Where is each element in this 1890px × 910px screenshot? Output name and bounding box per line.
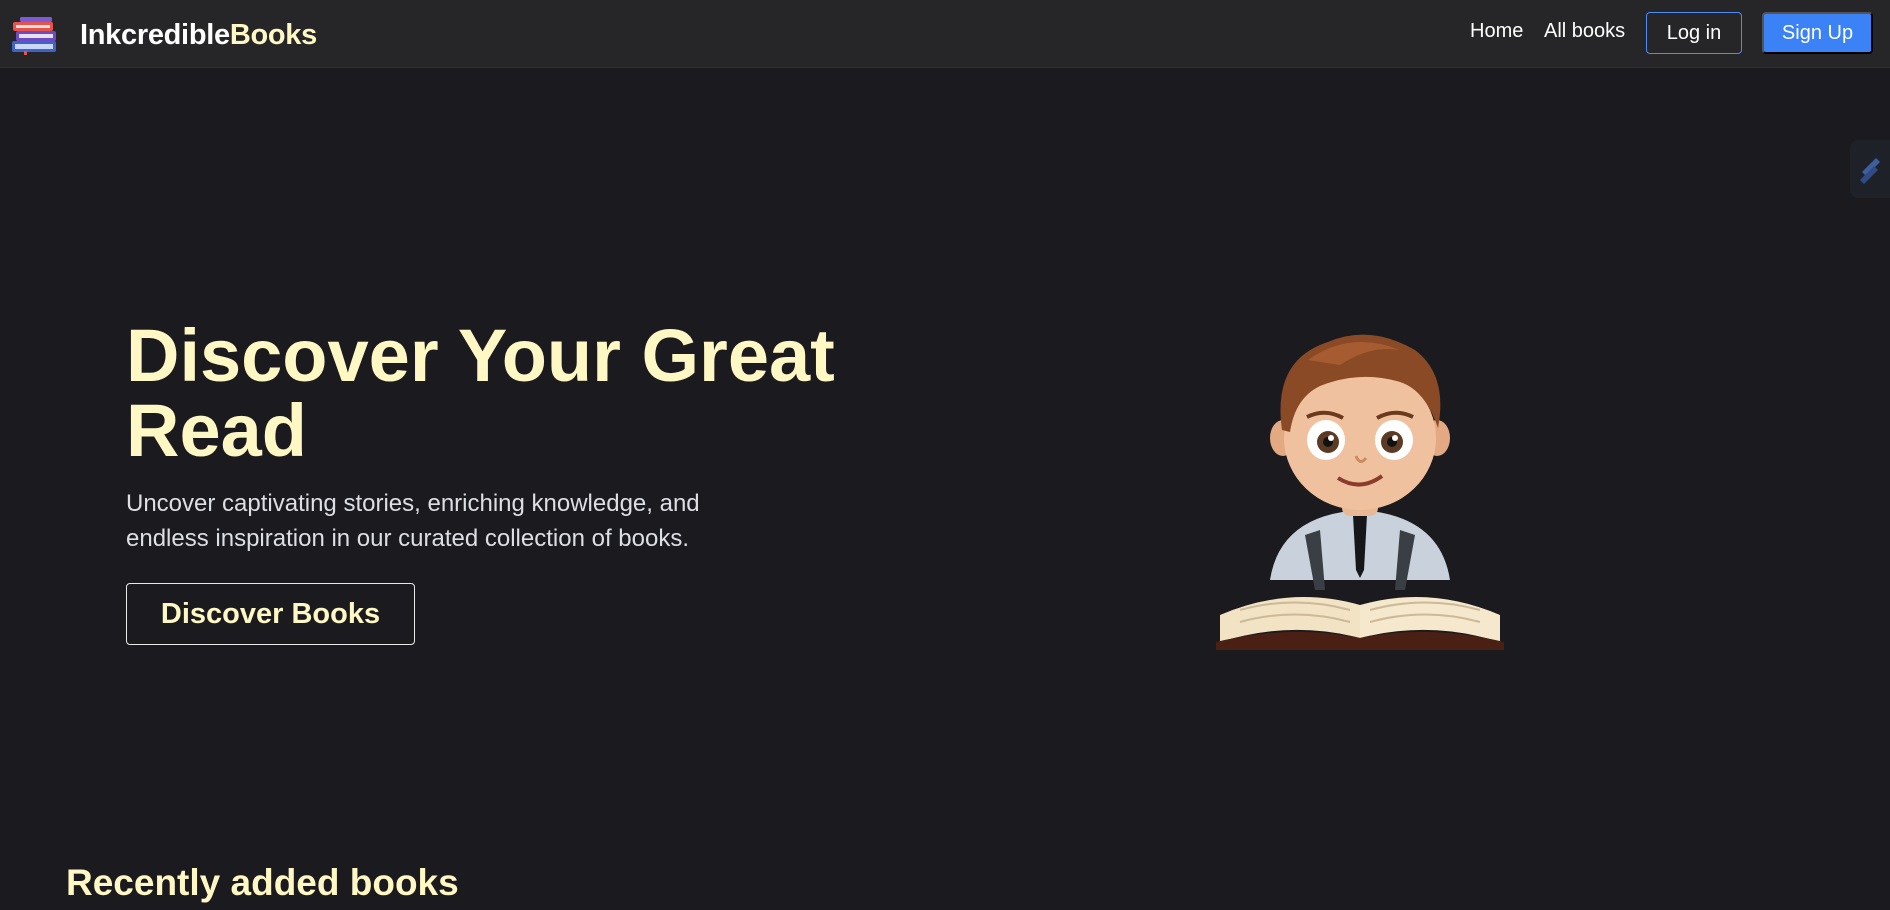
signup-button[interactable]: Sign Up: [1762, 12, 1873, 54]
book-stack-icon: [12, 17, 56, 55]
login-button[interactable]: Log in: [1646, 12, 1742, 54]
brand-name-part1: Inkcredible: [80, 18, 230, 51]
stripe-s-icon: [1860, 158, 1880, 184]
hero-title: Discover Your Great Read: [126, 314, 835, 472]
navbar: InkcredibleBooks Home All books Log in S…: [0, 0, 1890, 68]
brand-name-part2: Books: [229, 18, 317, 51]
brand[interactable]: InkcredibleBooks: [10, 14, 317, 56]
recently-added-books-heading: Recently added books: [66, 862, 459, 903]
nav-link-home[interactable]: Home: [1470, 20, 1523, 43]
side-widget[interactable]: [1850, 140, 1890, 198]
brand-name: InkcredibleBooks: [80, 19, 317, 52]
hero-subtitle: Uncover captivating stories, enriching k…: [126, 490, 700, 552]
nav-link-all-books[interactable]: All books: [1544, 20, 1625, 43]
boy-reading-book-illustration: [1216, 334, 1504, 650]
discover-books-button[interactable]: Discover Books: [126, 583, 415, 645]
